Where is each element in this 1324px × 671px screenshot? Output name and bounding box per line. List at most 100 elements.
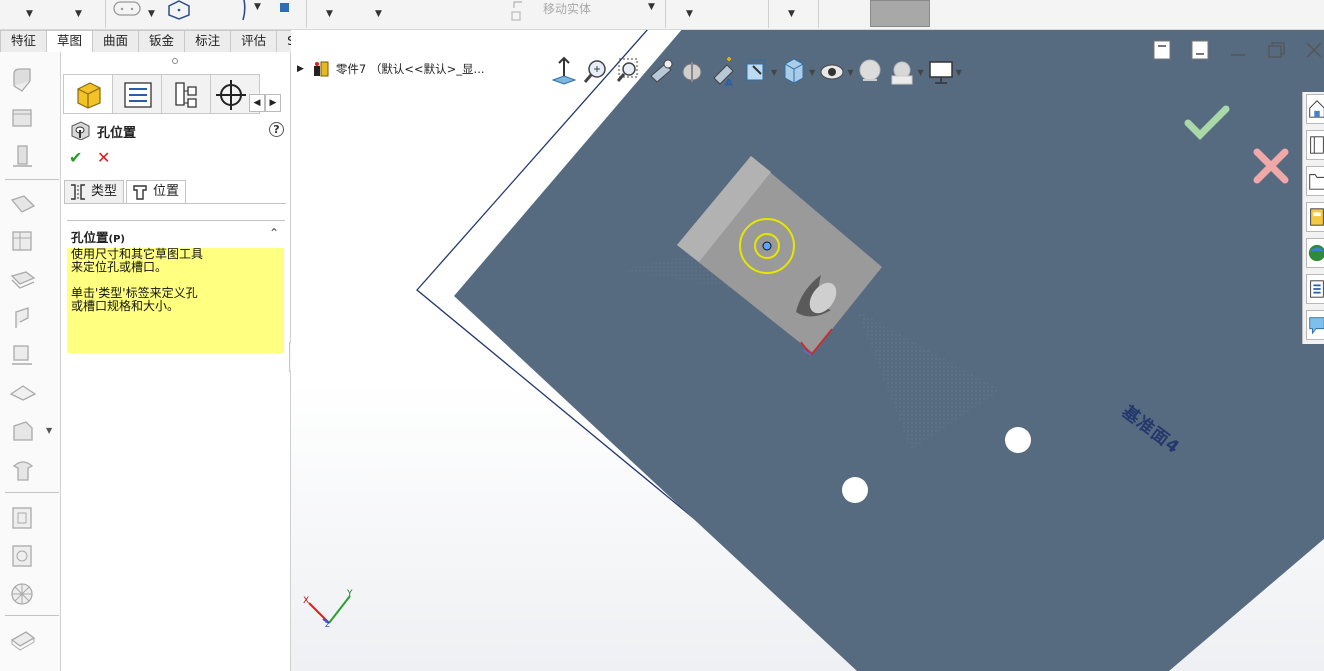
file-explorer-icon[interactable] [1306, 166, 1324, 196]
restore-down-icon[interactable] [1189, 39, 1211, 61]
revolve-icon[interactable] [8, 104, 38, 132]
move-body-dropdown[interactable]: ▼ [648, 2, 655, 12]
view-settings-icon[interactable] [889, 56, 915, 88]
tab-4[interactable]: 标注 [184, 30, 232, 52]
solidworks-resources-icon[interactable] [1306, 94, 1324, 124]
custom-properties-icon[interactable] [1306, 274, 1324, 304]
hole-type-icon [71, 184, 85, 200]
pm-title-row: 孔位置 ? [69, 120, 284, 141]
cancel-x-icon[interactable]: ✕ [97, 148, 110, 167]
configuration-manager-tab[interactable] [161, 74, 211, 114]
tab-5[interactable]: 评估 [230, 30, 278, 52]
forum-icon[interactable] [1306, 310, 1324, 340]
move-entity-icon[interactable] [510, 0, 536, 22]
flatten-icon[interactable] [8, 624, 38, 652]
tree-expand-icon[interactable]: ▶ [297, 64, 304, 74]
panel-pin-icon[interactable] [172, 58, 178, 64]
spline-icon[interactable] [236, 0, 250, 22]
previous-view-icon[interactable] [647, 56, 673, 88]
ribbon-dropdown-6[interactable]: ▼ [788, 9, 795, 19]
apply-scene-icon[interactable] [857, 56, 883, 88]
zoom-to-fit-icon[interactable] [583, 56, 609, 88]
model-scene: X Y Z [303, 30, 1324, 671]
boss-icon[interactable] [8, 142, 38, 170]
toolbar-separator [5, 492, 59, 493]
monitor-dropdown[interactable]: ▼ [956, 68, 962, 88]
ribbon-dropdown-5[interactable]: ▼ [686, 9, 693, 19]
tab-scroll-left[interactable]: ◀ [249, 94, 265, 112]
scene-dropdown[interactable]: ▼ [917, 68, 923, 88]
solidworks-window: ▼ ▼ ▼ ▼ ▼ ▼ 移动实体 ▼ ▼ ▼ 特征 草图 曲面 钣金 标注 评估… [0, 0, 1324, 671]
edge-flange-icon[interactable] [8, 266, 38, 294]
ribbon-gray-button[interactable] [870, 0, 930, 27]
display-monitor-icon[interactable] [928, 56, 954, 88]
tab-2[interactable]: 曲面 [92, 30, 140, 52]
ok-check-icon[interactable]: ✔ [69, 148, 82, 167]
close-icon[interactable] [1303, 39, 1324, 61]
tab-type[interactable]: 类型 [64, 180, 125, 204]
section-view-icon[interactable] [679, 56, 705, 88]
move-body-label[interactable]: 移动实体 [543, 0, 591, 17]
edit-appearance-icon[interactable] [819, 56, 845, 88]
hole-center-point[interactable] [762, 241, 772, 251]
tab-scroll-right[interactable]: ▶ [265, 94, 281, 112]
corner-icon[interactable] [8, 418, 38, 446]
appearances-icon[interactable] [1306, 238, 1324, 268]
hem-icon[interactable] [8, 304, 38, 332]
help-icon[interactable]: ? [269, 122, 284, 137]
restore-up-icon[interactable] [1151, 39, 1173, 61]
sketched-bend-icon[interactable] [8, 342, 38, 370]
view-orientation-icon[interactable]: A [711, 56, 737, 88]
confirm-ok-icon[interactable] [1184, 103, 1230, 143]
tab-1[interactable]: 草图 [46, 30, 94, 52]
property-manager-tab[interactable] [112, 74, 162, 114]
hide-show-dropdown[interactable]: ▼ [809, 68, 815, 88]
normal-to-icon[interactable] [551, 56, 577, 88]
forming-tool-icon[interactable] [8, 456, 38, 484]
unfold-icon[interactable] [8, 542, 38, 570]
corner-dropdown[interactable]: ▼ [46, 426, 52, 435]
section-title[interactable]: 孔位置(P) [71, 227, 125, 246]
through-hole[interactable] [1005, 427, 1031, 453]
hide-show-items-icon[interactable] [781, 56, 807, 88]
ribbon-dropdown-3[interactable]: ▼ [326, 9, 333, 19]
confirm-cancel-icon[interactable] [1251, 146, 1291, 186]
part-name[interactable]: 零件7 （默认<<默认>_显... [336, 61, 485, 77]
section-collapse-icon[interactable]: ⌃ [269, 226, 279, 240]
tab-position[interactable]: 位置 [126, 180, 187, 204]
vent-icon[interactable] [8, 504, 38, 532]
ribbon-dropdown-1[interactable]: ▼ [26, 9, 33, 19]
design-library-icon[interactable] [1306, 130, 1324, 160]
minimize-icon[interactable] [1227, 39, 1249, 61]
graphics-area[interactable]: X Y Z 基准面4 ▶ 零件7 （默认<<默认>_显... A ▼ ▼ ▼ ▼… [291, 30, 1324, 671]
ribbon-separator [818, 0, 819, 28]
configuration-icon [175, 82, 197, 108]
toolbar-separator [5, 179, 59, 180]
wrap-icon[interactable] [8, 192, 38, 220]
svg-text:Z: Z [325, 621, 330, 629]
display-style-icon[interactable] [743, 56, 769, 88]
polygon-icon[interactable] [165, 0, 193, 20]
zoom-to-area-icon[interactable] [615, 56, 641, 88]
feature-tree-flyout[interactable]: ▶ 零件7 （默认<<默认>_显... [297, 60, 485, 78]
extrude-icon[interactable] [8, 66, 38, 94]
base-flange-icon[interactable] [8, 228, 38, 256]
lofted-bend-icon[interactable] [8, 380, 38, 408]
view-palette-icon[interactable] [1306, 202, 1324, 232]
point-icon[interactable] [278, 1, 290, 15]
ribbon-dropdown-2[interactable]: ▼ [75, 9, 82, 19]
slot-icon[interactable] [112, 0, 142, 18]
ribbon-dropdown-4[interactable]: ▼ [375, 9, 382, 19]
tab-0[interactable]: 特征 [0, 30, 48, 52]
manager-tabs [63, 74, 260, 114]
maximize-icon[interactable] [1265, 39, 1287, 61]
through-hole[interactable] [842, 477, 868, 503]
display-style-dropdown[interactable]: ▼ [771, 68, 777, 88]
fold-icon[interactable] [8, 580, 38, 608]
slot-dropdown[interactable]: ▼ [148, 9, 155, 19]
tab-3[interactable]: 钣金 [138, 30, 186, 52]
appearance-dropdown[interactable]: ▼ [847, 68, 853, 88]
subtab-divider [64, 203, 286, 204]
spline-dropdown[interactable]: ▼ [254, 2, 261, 12]
feature-manager-tab[interactable] [63, 74, 113, 114]
